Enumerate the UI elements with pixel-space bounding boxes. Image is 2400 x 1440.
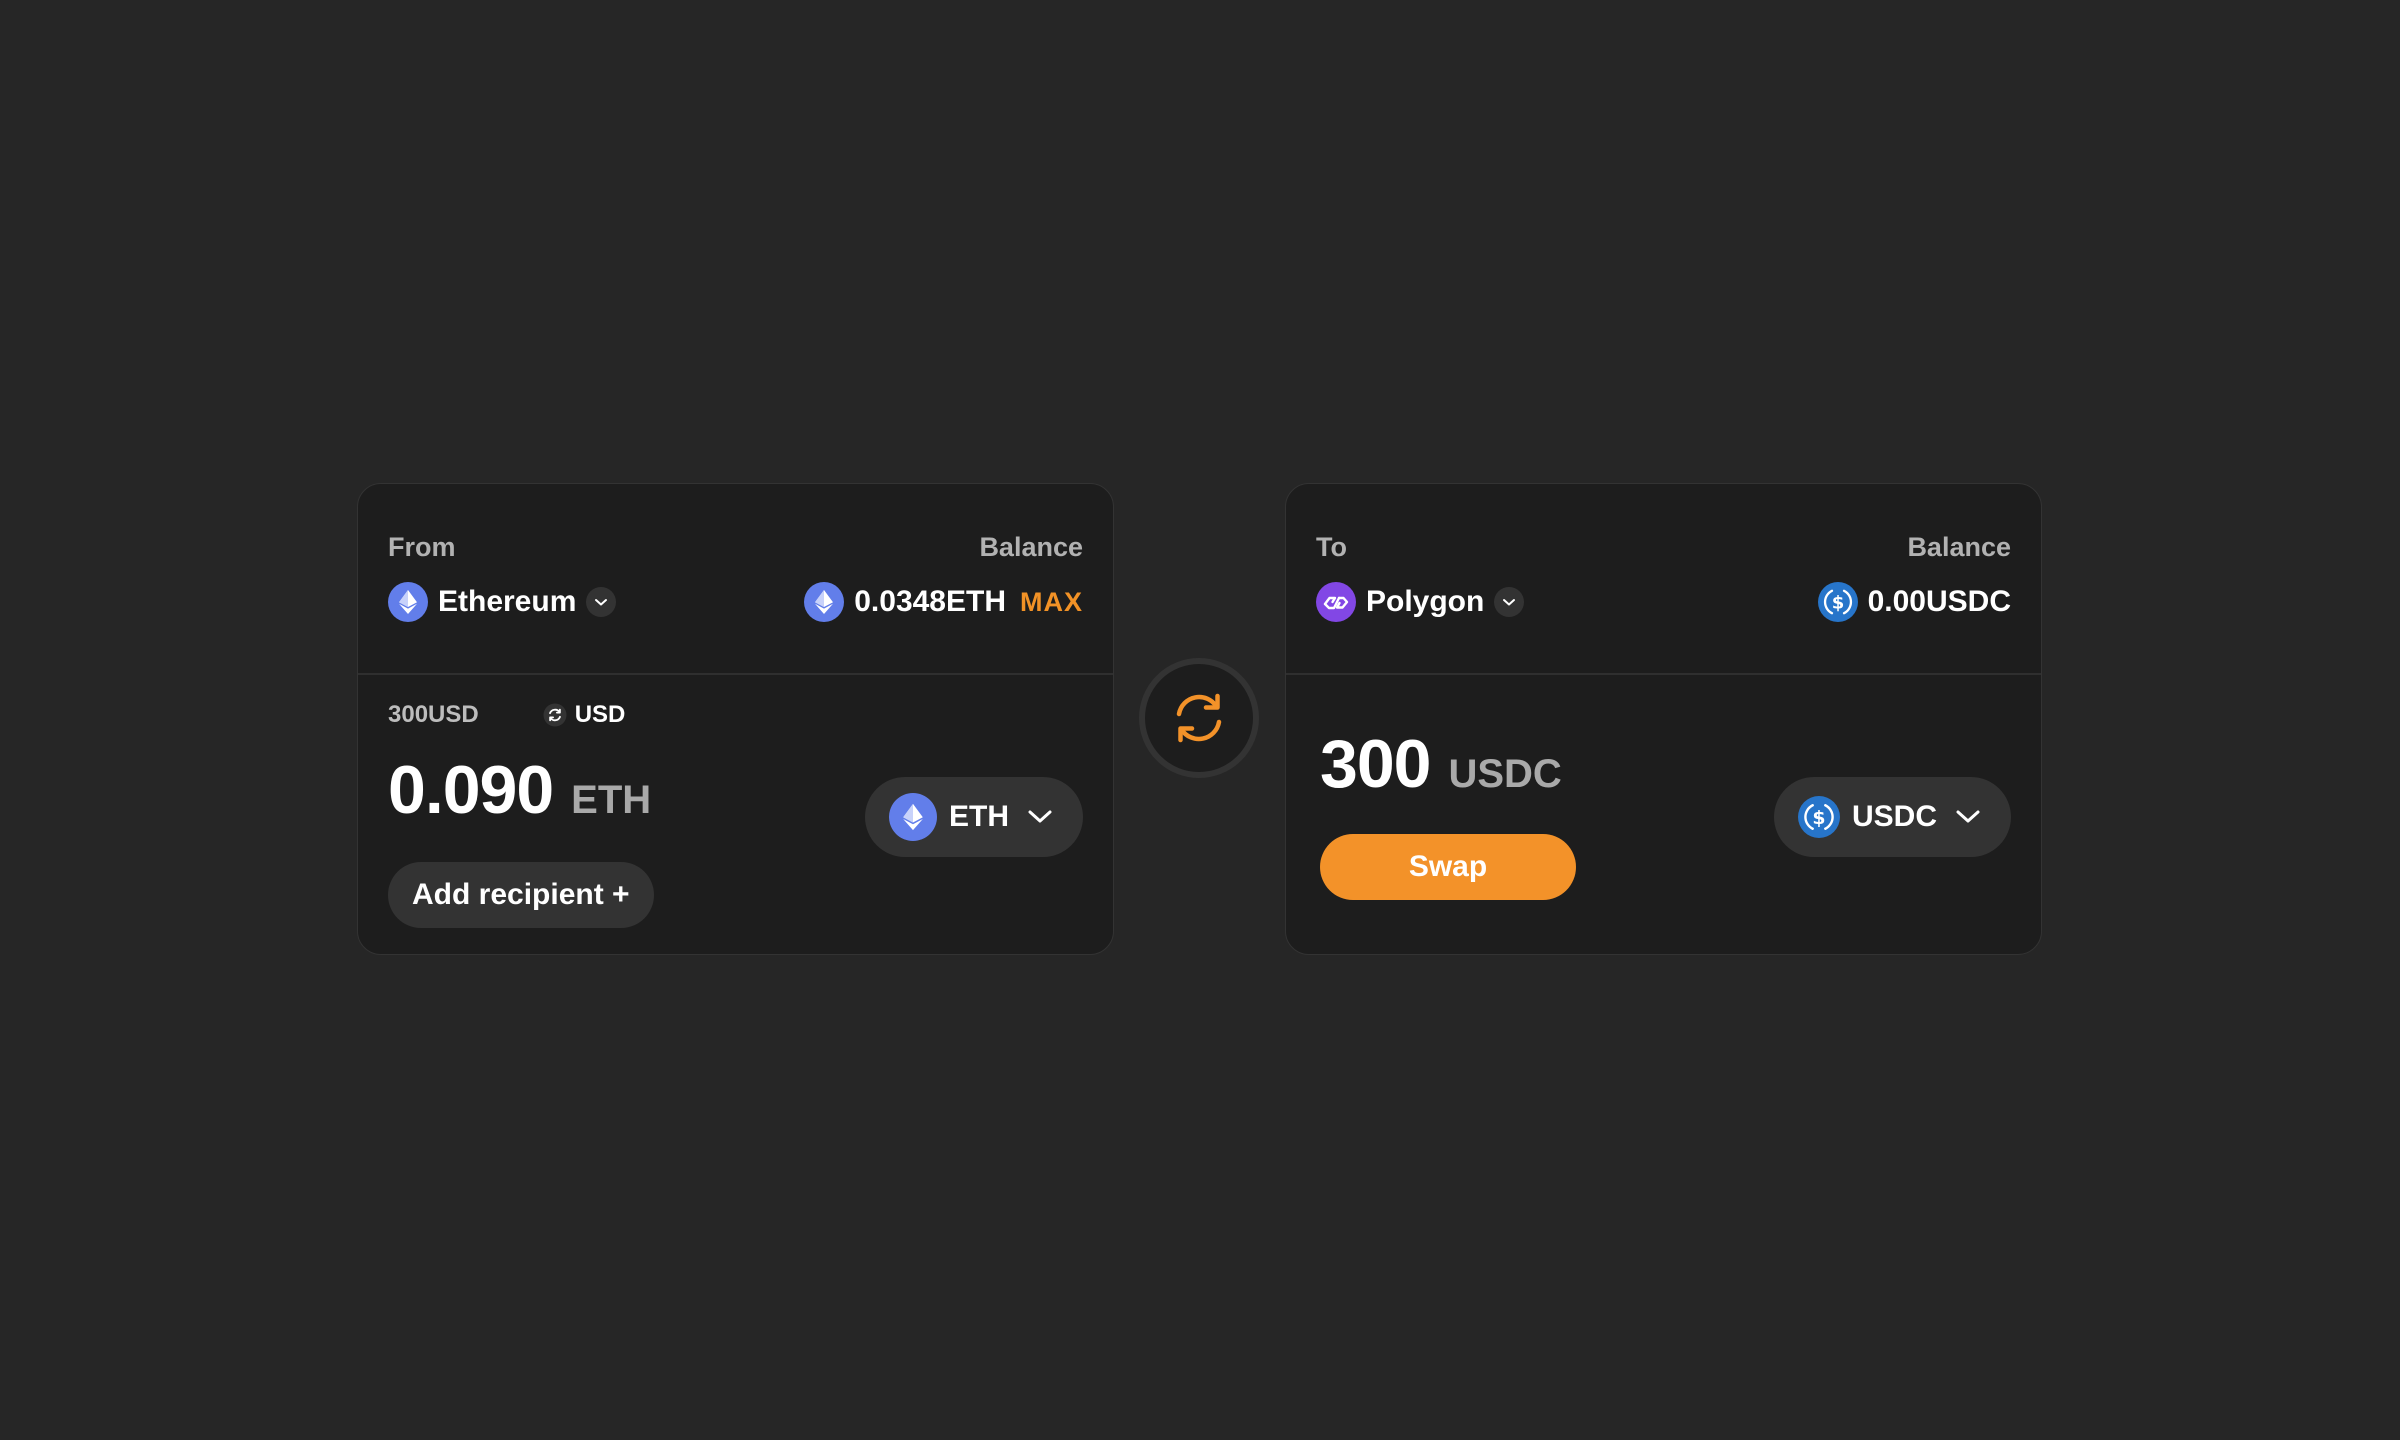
from-balance-value: 0.0348ETH <box>854 585 1006 618</box>
from-body: 300USD USD 0.090 ETH Add recipient + ETH <box>358 675 1113 954</box>
to-body: 300 USDC Swap $ USDC <box>1286 675 2041 954</box>
chevron-down-icon <box>1956 810 1980 823</box>
to-balance: $ 0.00USDC <box>1817 582 2011 622</box>
from-balance: 0.0348ETH MAX <box>804 582 1083 622</box>
to-token-name: USDC <box>1851 800 1937 833</box>
to-label: To <box>1316 532 1347 562</box>
max-button[interactable]: MAX <box>1020 587 1083 618</box>
to-balance-value: 0.00USDC <box>1867 585 2011 618</box>
ethereum-icon <box>889 793 937 841</box>
usdc-icon: $ <box>1817 582 1858 622</box>
from-network-selector[interactable]: Ethereum <box>388 582 617 622</box>
to-card: To Balance Polygon $ 0.00USDC 300 USDC S… <box>1285 483 2042 955</box>
refresh-icon <box>543 703 567 727</box>
to-amount-value: 300 <box>1320 726 1431 802</box>
from-balance-label: Balance <box>979 532 1083 562</box>
svg-text:$: $ <box>1812 807 1825 829</box>
chevron-down-icon[interactable] <box>586 587 617 617</box>
add-recipient-button[interactable]: Add recipient + <box>388 862 654 928</box>
from-amount-value: 0.090 <box>388 752 554 828</box>
usdc-icon: $ <box>1797 796 1840 838</box>
polygon-icon <box>1316 582 1356 622</box>
chevron-down-icon <box>1028 810 1052 823</box>
refresh-icon <box>1176 693 1222 743</box>
to-network-selector[interactable]: Polygon <box>1316 582 1525 622</box>
from-network-name: Ethereum <box>438 585 577 618</box>
to-balance-label: Balance <box>1907 532 2011 562</box>
from-label: From <box>388 532 456 562</box>
to-amount: 300 USDC <box>1320 725 1562 803</box>
from-header: From Balance Ethereum 0.0348ETH MAX <box>358 484 1113 675</box>
swap-button[interactable]: Swap <box>1320 834 1576 900</box>
to-amount-unit: USDC <box>1448 752 1562 796</box>
swap-direction-button[interactable] <box>1139 658 1259 778</box>
currency-toggle[interactable]: USD <box>543 701 626 729</box>
from-card: From Balance Ethereum 0.0348ETH MAX 300U… <box>357 483 1114 955</box>
currency-toggle-label: USD <box>574 701 626 728</box>
to-header: To Balance Polygon $ 0.00USDC <box>1286 484 2041 675</box>
chevron-down-icon[interactable] <box>1494 587 1525 617</box>
from-amount-unit: ETH <box>571 778 652 822</box>
usd-amount: 300USD <box>388 701 479 728</box>
from-token-name: ETH <box>949 800 1009 833</box>
to-token-selector[interactable]: $ USDC <box>1773 777 2011 857</box>
ethereum-icon <box>804 582 845 622</box>
ethereum-icon <box>388 582 428 622</box>
from-amount[interactable]: 0.090 ETH <box>388 751 651 829</box>
svg-text:$: $ <box>1831 593 1844 614</box>
usd-line: 300USD USD <box>388 701 625 729</box>
from-token-selector[interactable]: ETH <box>865 777 1083 857</box>
to-network-name: Polygon <box>1366 585 1485 618</box>
